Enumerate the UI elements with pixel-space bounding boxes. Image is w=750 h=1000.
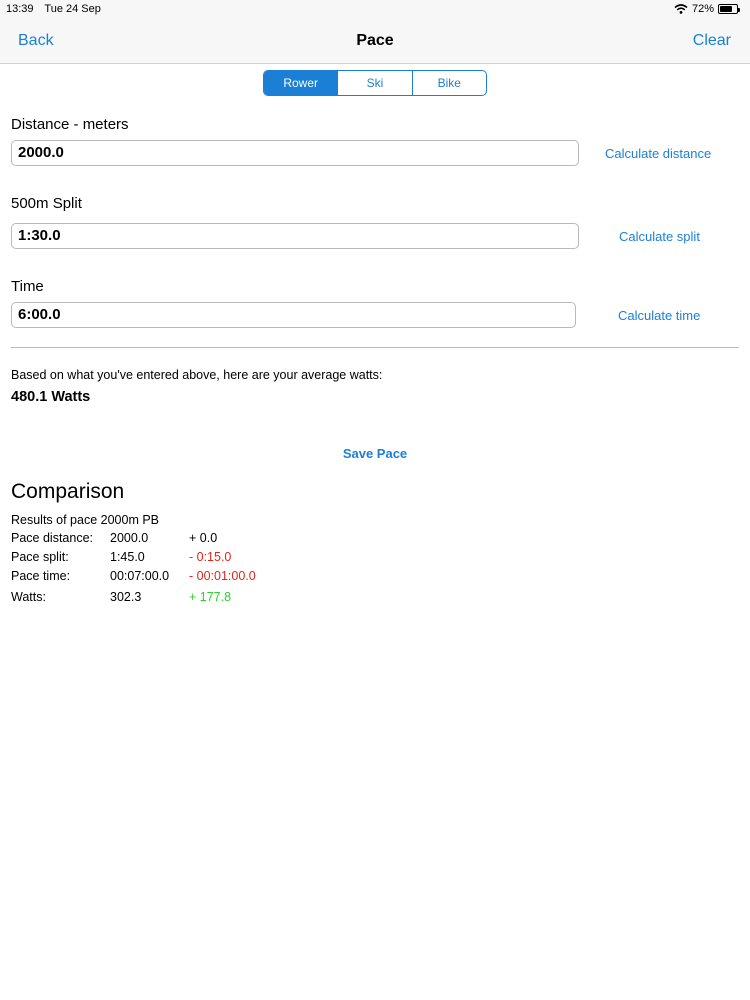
comparison-value: 302.3 <box>110 590 142 604</box>
calculate-distance-button[interactable]: Calculate distance <box>605 146 711 161</box>
comparison-diff: + 0.0 <box>189 531 218 545</box>
comparison-label: Pace distance: <box>11 531 93 545</box>
comparison-title: Comparison <box>11 480 125 503</box>
status-left: 13:39 Tue 24 Sep <box>6 3 109 15</box>
time-input[interactable]: 6:00.0 <box>11 302 576 328</box>
battery-tip <box>738 7 740 12</box>
battery-icon <box>718 4 740 14</box>
battery-level-fill <box>720 6 732 12</box>
segment-rower[interactable]: Rower <box>264 71 339 95</box>
status-date: Tue 24 Sep <box>44 3 101 15</box>
time-label: Time <box>11 278 44 295</box>
status-right: 72% <box>674 3 740 15</box>
comparison-label: Pace split: <box>11 550 69 564</box>
save-pace-button[interactable]: Save Pace <box>0 446 750 461</box>
comparison-header: Results of pace 2000m PB <box>11 513 159 527</box>
navigation-bar: Back Pace Clear <box>0 20 750 64</box>
average-watts-value: 480.1 Watts <box>11 389 91 405</box>
comparison-diff: + 177.8 <box>189 590 232 604</box>
clear-button[interactable]: Clear <box>693 32 731 50</box>
status-bar: 13:39 Tue 24 Sep 72% <box>0 0 750 20</box>
distance-label: Distance - meters <box>11 116 129 133</box>
divider <box>11 347 739 348</box>
wifi-icon <box>674 4 688 14</box>
comparison-value: 2000.0 <box>110 531 149 545</box>
split-input[interactable]: 1:30.0 <box>11 223 579 249</box>
calculate-time-button[interactable]: Calculate time <box>618 308 700 323</box>
segment-ski[interactable]: Ski <box>338 71 413 95</box>
battery-percent: 72% <box>691 3 714 15</box>
comparison-value: 1:45.0 <box>110 550 145 564</box>
watts-description: Based on what you've entered above, here… <box>11 368 383 382</box>
comparison-diff: - 0:15.0 <box>189 550 232 564</box>
calculate-split-button[interactable]: Calculate split <box>619 229 700 244</box>
comparison-label: Pace time: <box>11 569 71 583</box>
segment-bike[interactable]: Bike <box>413 71 486 95</box>
comparison-value: 00:07:00.0 <box>110 569 170 583</box>
comparison-diff: - 00:01:00.0 <box>189 569 256 583</box>
comparison-label: Watts: <box>11 590 46 604</box>
status-time: 13:39 <box>6 3 34 15</box>
page-title: Pace <box>356 32 394 49</box>
distance-input[interactable]: 2000.0 <box>11 140 579 166</box>
split-label: 500m Split <box>11 195 82 212</box>
machine-segmented-control: Rower Ski Bike <box>263 70 487 96</box>
